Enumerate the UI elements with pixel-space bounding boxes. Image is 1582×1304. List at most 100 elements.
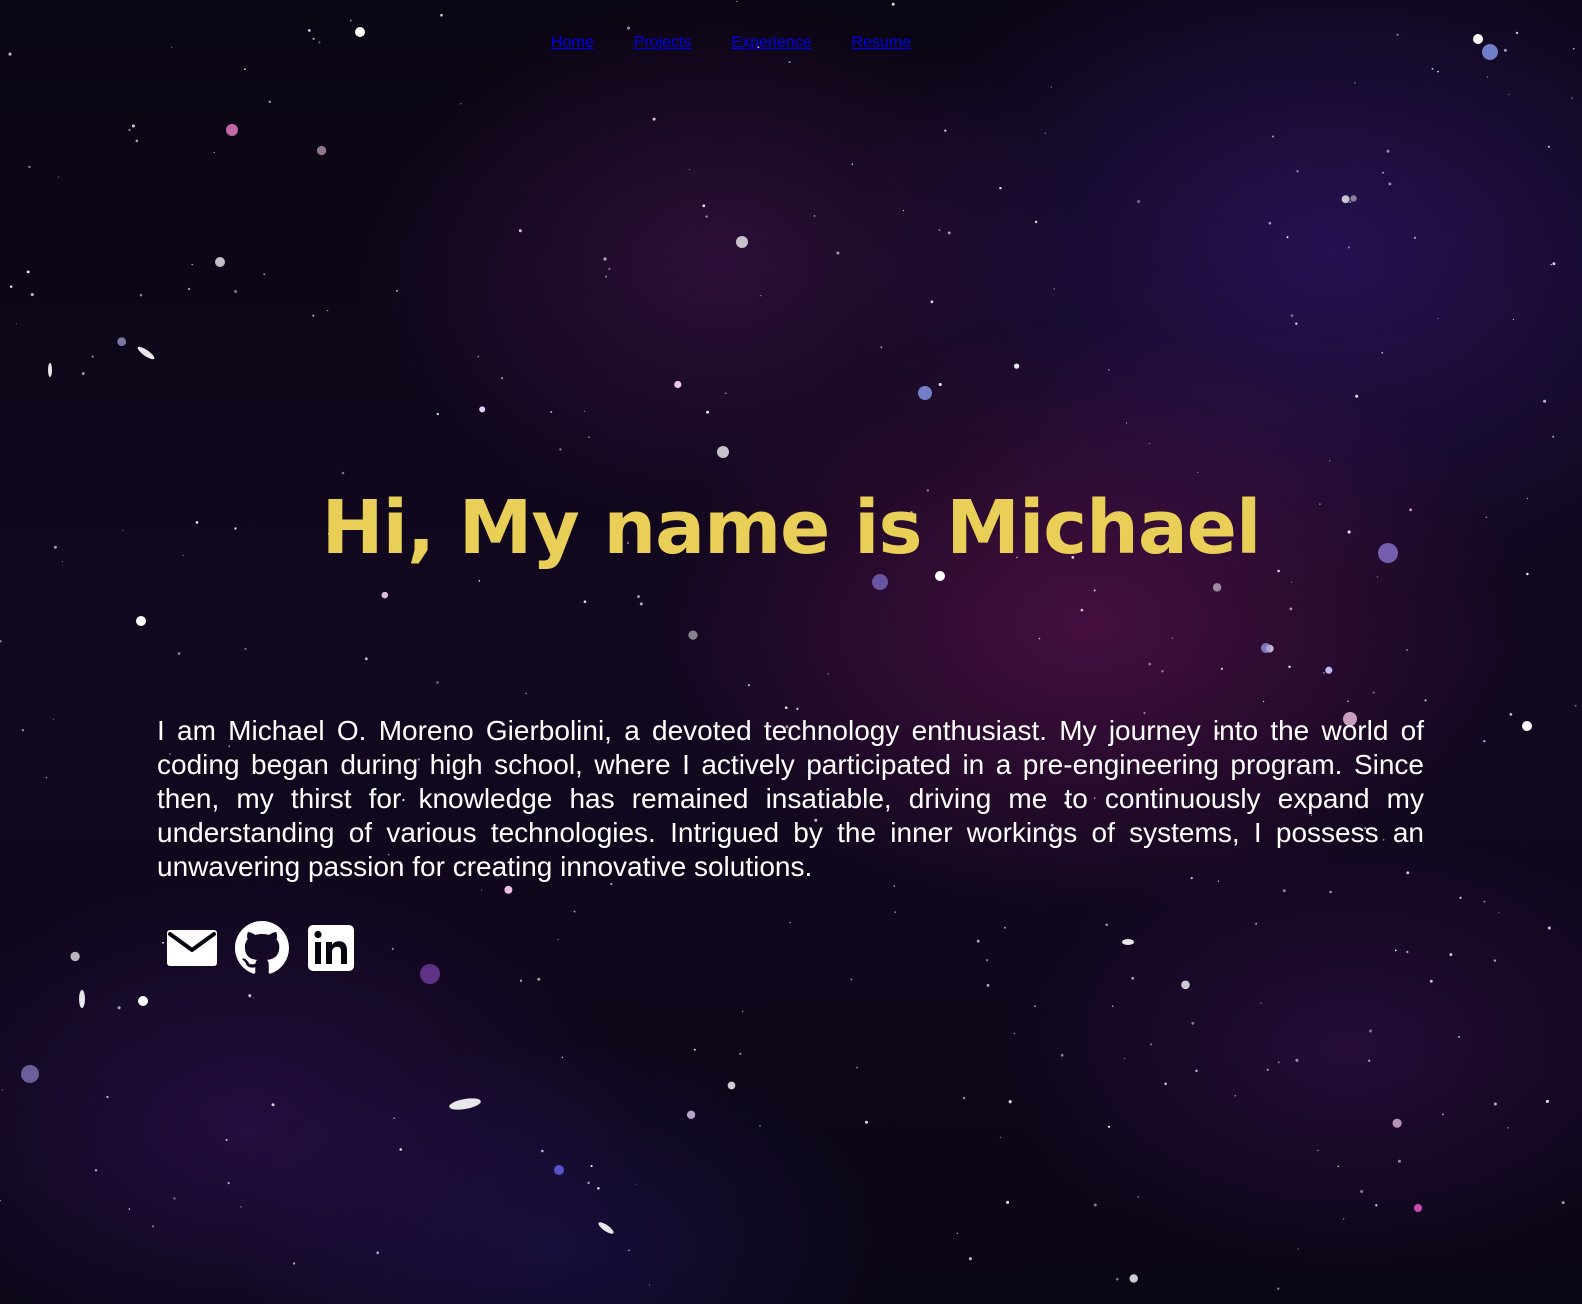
star [1424, 699, 1427, 702]
portfolio-page: { "nav": { "items": [ {"label": "Home"},… [0, 0, 1582, 1304]
github-link[interactable] [235, 920, 289, 976]
star [1290, 581, 1292, 583]
glow-star [1482, 44, 1498, 60]
star [1547, 145, 1551, 148]
star [789, 921, 791, 924]
star [1149, 1043, 1153, 1046]
star-streak [1122, 939, 1134, 945]
star [727, 1081, 736, 1090]
star [8, 52, 12, 56]
star [573, 910, 576, 913]
star [938, 382, 942, 387]
star [234, 290, 238, 293]
star [1347, 246, 1350, 249]
star [57, 176, 60, 178]
star [1329, 460, 1331, 462]
star [243, 68, 246, 71]
star [1191, 1021, 1195, 1025]
star [537, 977, 541, 981]
nav-link-resume[interactable]: Resume [852, 34, 912, 52]
star [588, 436, 590, 439]
nav-link-experience[interactable]: Experience [731, 34, 811, 52]
star [436, 412, 439, 416]
star [1343, 1218, 1345, 1220]
star [1105, 923, 1109, 927]
star [1388, 182, 1392, 186]
star [1347, 700, 1349, 703]
star-streak [79, 990, 85, 1008]
star [1372, 691, 1375, 694]
star [1431, 67, 1434, 70]
bright-star [1473, 34, 1483, 44]
star [999, 186, 1002, 190]
star [393, 1117, 395, 1120]
glow-star [918, 386, 932, 400]
star [1449, 953, 1453, 957]
star [902, 209, 905, 212]
star [1350, 195, 1357, 202]
star [1375, 1204, 1378, 1207]
star [128, 1208, 131, 1210]
star [131, 124, 135, 128]
star [81, 1002, 85, 1005]
star [1107, 1125, 1111, 1128]
star [747, 684, 751, 687]
star [381, 591, 389, 599]
star [1266, 1068, 1269, 1071]
star [1572, 47, 1575, 50]
star [1282, 889, 1286, 893]
star [1006, 1200, 1010, 1204]
star [608, 267, 611, 270]
main-nav: Home Projects Experience Resume [551, 34, 911, 52]
star [760, 295, 762, 297]
glow-star [1414, 1204, 1422, 1212]
star [1289, 607, 1293, 611]
star [1060, 1053, 1064, 1057]
star [742, 1010, 744, 1013]
star [248, 994, 252, 998]
star [605, 275, 607, 278]
star [1458, 1036, 1460, 1038]
star [827, 673, 829, 675]
star [1148, 662, 1151, 666]
star [152, 1225, 154, 1228]
star [1093, 589, 1096, 592]
star [1394, 949, 1397, 952]
star [1003, 926, 1006, 929]
star [341, 471, 345, 475]
star [688, 630, 698, 640]
nav-link-projects[interactable]: Projects [634, 34, 692, 52]
star [705, 215, 708, 218]
star [213, 152, 215, 154]
star [1317, 1149, 1319, 1152]
star [739, 1052, 742, 1055]
star [1355, 394, 1359, 398]
star [81, 372, 85, 376]
nav-link-home[interactable]: Home [551, 34, 594, 52]
star [956, 1232, 958, 1234]
star-streak [137, 346, 155, 360]
star-streak [449, 1098, 481, 1110]
star [1277, 1061, 1280, 1064]
email-link[interactable] [165, 920, 219, 976]
starfield-background [0, 0, 1577, 1290]
star [864, 1120, 869, 1124]
star [1220, 667, 1223, 670]
linkedin-link[interactable] [305, 920, 359, 976]
glow-star [215, 257, 225, 267]
star [525, 692, 527, 695]
star [986, 983, 990, 987]
linkedin-icon [308, 925, 354, 971]
star [1260, 1002, 1262, 1004]
star [244, 647, 247, 650]
star [1396, 33, 1399, 37]
star [173, 1197, 176, 1200]
star [597, 1186, 600, 1190]
star [962, 1096, 966, 1100]
star [688, 168, 690, 170]
star [1512, 318, 1514, 321]
star [1038, 637, 1041, 640]
star [1354, 82, 1356, 84]
star [1286, 236, 1289, 239]
star [481, 889, 483, 891]
